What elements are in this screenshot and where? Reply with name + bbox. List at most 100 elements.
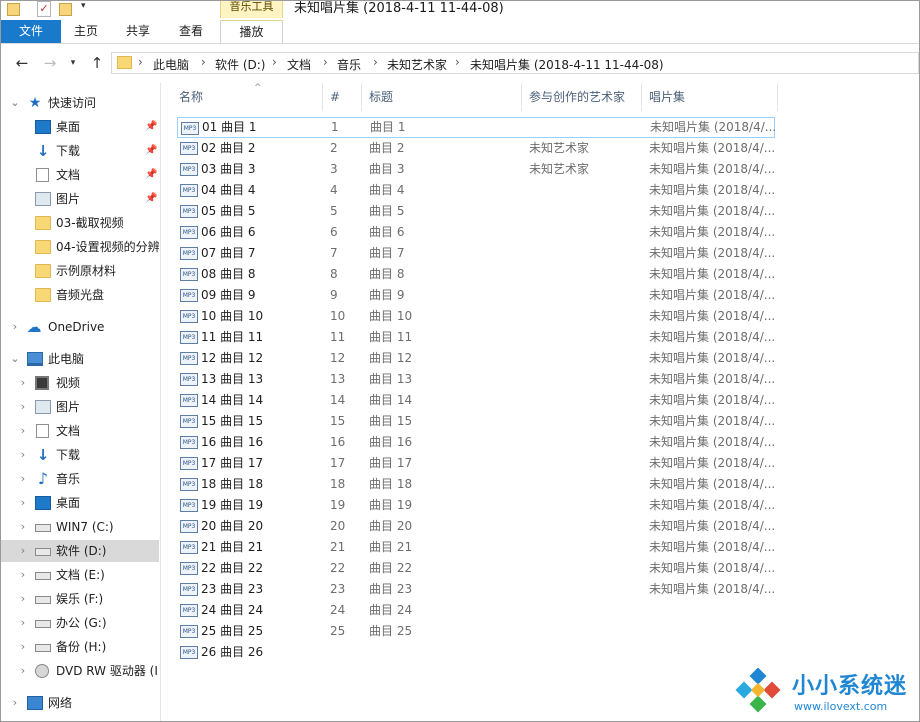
column-header-title[interactable]: 标题 bbox=[362, 83, 522, 111]
breadcrumb-separator-icon[interactable]: › bbox=[323, 55, 328, 69]
file-row[interactable]: 25 曲目 25 25 曲目 25 bbox=[177, 621, 775, 642]
nav-item-folder[interactable]: 03-截取视频 bbox=[1, 212, 159, 234]
nav-quick-access[interactable]: ⌄ ★ 快速访问 bbox=[1, 92, 159, 114]
column-header-name[interactable]: ^ 名称 bbox=[172, 83, 323, 111]
up-arrow-icon[interactable]: ↑ bbox=[86, 53, 108, 73]
chevron-down-icon[interactable]: ⌄ bbox=[9, 348, 21, 370]
file-row[interactable]: 18 曲目 18 18 曲目 18 未知唱片集 (2018/4/... bbox=[177, 474, 775, 495]
file-row[interactable]: 22 曲目 22 22 曲目 22 未知唱片集 (2018/4/... bbox=[177, 558, 775, 579]
breadcrumb-music[interactable]: 音乐 bbox=[337, 56, 361, 73]
nav-item-downloads[interactable]: › ↓ 下载 bbox=[1, 444, 159, 466]
address-bar[interactable]: › 此电脑 › 软件 (D:) › 文档 › 音乐 › 未知艺术家 › 未知唱片… bbox=[111, 52, 919, 74]
file-row[interactable]: 08 曲目 8 8 曲目 8 未知唱片集 (2018/4/... bbox=[177, 264, 775, 285]
file-row[interactable]: 02 曲目 2 2 曲目 2 未知艺术家 未知唱片集 (2018/4/... bbox=[177, 138, 775, 159]
chevron-right-icon[interactable]: › bbox=[17, 396, 29, 418]
nav-item-folder[interactable]: 示例原材料 bbox=[1, 260, 159, 282]
nav-item-pictures[interactable]: 图片 📌 bbox=[1, 188, 159, 210]
chevron-right-icon[interactable]: › bbox=[17, 516, 29, 538]
file-row[interactable]: 04 曲目 4 4 曲目 4 未知唱片集 (2018/4/... bbox=[177, 180, 775, 201]
nav-item-network[interactable]: › 网络 bbox=[1, 692, 159, 714]
pin-icon[interactable]: 📌 bbox=[145, 188, 157, 210]
file-row[interactable]: 05 曲目 5 5 曲目 5 未知唱片集 (2018/4/... bbox=[177, 201, 775, 222]
nav-item-pictures[interactable]: › 图片 bbox=[1, 396, 159, 418]
nav-item-folder[interactable]: 04-设置视频的分辨 bbox=[1, 236, 159, 258]
navigation-pane[interactable]: ⌄ ★ 快速访问 桌面 📌 ↓ 下载 📌 文档 📌 图片 📌 03-截取视频 0… bbox=[1, 83, 161, 721]
file-row[interactable]: 10 曲目 10 10 曲目 10 未知唱片集 (2018/4/... bbox=[177, 306, 775, 327]
chevron-right-icon[interactable]: › bbox=[17, 372, 29, 394]
column-header-artist[interactable]: 参与创作的艺术家 bbox=[522, 83, 642, 111]
breadcrumb-separator-icon[interactable]: › bbox=[201, 55, 206, 69]
breadcrumb-this-pc[interactable]: 此电脑 bbox=[153, 56, 189, 73]
column-header-number[interactable]: # bbox=[323, 83, 362, 111]
file-row[interactable]: 09 曲目 9 9 曲目 9 未知唱片集 (2018/4/... bbox=[177, 285, 775, 306]
chevron-down-icon[interactable]: ▾ bbox=[81, 1, 86, 11]
tab-file[interactable]: 文件 bbox=[1, 20, 61, 43]
properties-icon[interactable]: ✓ bbox=[37, 1, 51, 17]
nav-item-onedrive[interactable]: › ☁ OneDrive bbox=[1, 316, 159, 338]
chevron-right-icon[interactable]: › bbox=[17, 612, 29, 634]
file-row[interactable]: 15 曲目 15 15 曲目 15 未知唱片集 (2018/4/... bbox=[177, 411, 775, 432]
breadcrumb-unknown-artist[interactable]: 未知艺术家 bbox=[387, 56, 447, 73]
chevron-right-icon[interactable]: › bbox=[17, 444, 29, 466]
recent-locations-chevron-icon[interactable]: ▾ bbox=[67, 53, 79, 73]
nav-item-desktop[interactable]: › 桌面 bbox=[1, 492, 159, 514]
breadcrumb-separator-icon[interactable]: › bbox=[373, 55, 378, 69]
file-row[interactable]: 13 曲目 13 13 曲目 13 未知唱片集 (2018/4/... bbox=[177, 369, 775, 390]
file-row[interactable]: 14 曲目 14 14 曲目 14 未知唱片集 (2018/4/... bbox=[177, 390, 775, 411]
nav-item-documents[interactable]: 文档 📌 bbox=[1, 164, 159, 186]
file-row[interactable]: 12 曲目 12 12 曲目 12 未知唱片集 (2018/4/... bbox=[177, 348, 775, 369]
tab-view[interactable]: 查看 bbox=[166, 20, 216, 43]
pin-icon[interactable]: 📌 bbox=[145, 116, 157, 138]
nav-item-drive-c[interactable]: › WIN7 (C:) bbox=[1, 516, 159, 538]
breadcrumb-separator-icon[interactable]: › bbox=[272, 55, 277, 69]
chevron-right-icon[interactable]: › bbox=[17, 492, 29, 514]
new-folder-icon[interactable] bbox=[59, 3, 72, 16]
chevron-right-icon[interactable]: › bbox=[9, 316, 21, 338]
chevron-right-icon[interactable]: › bbox=[17, 468, 29, 490]
breadcrumb-separator-icon[interactable]: › bbox=[455, 55, 460, 69]
file-row[interactable]: 19 曲目 19 19 曲目 19 未知唱片集 (2018/4/... bbox=[177, 495, 775, 516]
nav-item-folder[interactable]: 音频光盘 bbox=[1, 284, 159, 306]
chevron-right-icon[interactable]: › bbox=[17, 564, 29, 586]
chevron-right-icon[interactable]: › bbox=[17, 636, 29, 658]
file-row[interactable]: 16 曲目 16 16 曲目 16 未知唱片集 (2018/4/... bbox=[177, 432, 775, 453]
file-row[interactable]: 17 曲目 17 17 曲目 17 未知唱片集 (2018/4/... bbox=[177, 453, 775, 474]
file-row[interactable]: 21 曲目 21 21 曲目 21 未知唱片集 (2018/4/... bbox=[177, 537, 775, 558]
nav-item-music[interactable]: › ♪ 音乐 bbox=[1, 468, 159, 490]
pin-icon[interactable]: 📌 bbox=[145, 140, 157, 162]
breadcrumb-unknown-album[interactable]: 未知唱片集 (2018-4-11 11-44-08) bbox=[470, 56, 664, 73]
nav-item-this-pc[interactable]: ⌄ 此电脑 bbox=[1, 348, 159, 370]
tab-home[interactable]: 主页 bbox=[63, 20, 109, 43]
nav-item-videos[interactable]: › 视频 bbox=[1, 372, 159, 394]
breadcrumb-documents[interactable]: 文档 bbox=[287, 56, 311, 73]
chevron-right-icon[interactable]: › bbox=[17, 660, 29, 682]
nav-item-drive-d[interactable]: › 软件 (D:) bbox=[1, 540, 159, 562]
file-row[interactable]: 20 曲目 20 20 曲目 20 未知唱片集 (2018/4/... bbox=[177, 516, 775, 537]
nav-item-downloads[interactable]: ↓ 下载 📌 bbox=[1, 140, 159, 162]
file-row[interactable]: 01 曲目 1 1 曲目 1 未知唱片集 (2018/4/... bbox=[177, 117, 776, 138]
chevron-down-icon[interactable]: ⌄ bbox=[9, 92, 21, 114]
column-header-album[interactable]: 唱片集 bbox=[642, 83, 778, 111]
file-row[interactable]: 06 曲目 6 6 曲目 6 未知唱片集 (2018/4/... bbox=[177, 222, 775, 243]
file-row[interactable]: 07 曲目 7 7 曲目 7 未知唱片集 (2018/4/... bbox=[177, 243, 775, 264]
forward-arrow-icon[interactable]: → bbox=[39, 53, 61, 73]
chevron-right-icon[interactable]: › bbox=[17, 588, 29, 610]
nav-item-drive-f[interactable]: › 娱乐 (F:) bbox=[1, 588, 159, 610]
nav-item-drive-g[interactable]: › 办公 (G:) bbox=[1, 612, 159, 634]
nav-item-desktop[interactable]: 桌面 📌 bbox=[1, 116, 159, 138]
chevron-right-icon[interactable]: › bbox=[17, 420, 29, 442]
back-arrow-icon[interactable]: ← bbox=[11, 53, 33, 73]
nav-item-documents[interactable]: › 文档 bbox=[1, 420, 159, 442]
chevron-right-icon[interactable]: › bbox=[9, 692, 21, 714]
file-row[interactable]: 24 曲目 24 24 曲目 24 bbox=[177, 600, 775, 621]
file-row[interactable]: 03 曲目 3 3 曲目 3 未知艺术家 未知唱片集 (2018/4/... bbox=[177, 159, 775, 180]
chevron-right-icon[interactable]: › bbox=[17, 540, 29, 562]
pin-icon[interactable]: 📌 bbox=[145, 164, 157, 186]
breadcrumb-drive-d[interactable]: 软件 (D:) bbox=[215, 56, 265, 73]
nav-item-drive-e[interactable]: › 文档 (E:) bbox=[1, 564, 159, 586]
file-row[interactable]: 11 曲目 11 11 曲目 11 未知唱片集 (2018/4/... bbox=[177, 327, 775, 348]
nav-item-drive-h[interactable]: › 备份 (H:) bbox=[1, 636, 159, 658]
tab-share[interactable]: 共享 bbox=[113, 20, 163, 43]
file-row[interactable]: 26 曲目 26 bbox=[177, 642, 775, 663]
tab-play[interactable]: 播放 bbox=[220, 20, 283, 43]
